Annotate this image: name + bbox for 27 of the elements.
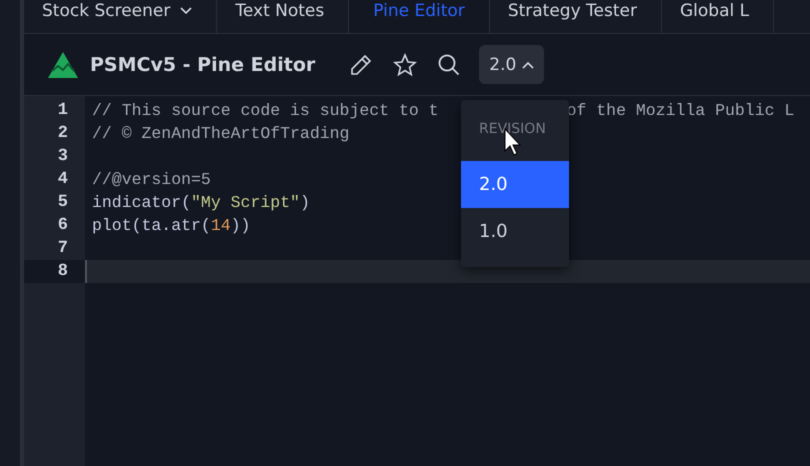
code-text: // This source code is subject to t	[92, 101, 439, 120]
code-text: )	[300, 193, 310, 212]
code-text: plot(ta.atr(	[92, 216, 211, 235]
line-number: 5	[58, 193, 68, 212]
script-title: PSMCv5 - Pine Editor	[90, 54, 316, 76]
line-number: 7	[58, 239, 68, 258]
line-number: 4	[58, 170, 68, 189]
version-dropdown-button[interactable]: 2.0	[479, 45, 544, 84]
chevron-up-icon	[522, 60, 534, 68]
line-number: 8	[58, 262, 68, 281]
mountain-logo-icon	[47, 50, 79, 78]
tab[interactable]: Stock Screener	[24, 0, 218, 33]
menu-item[interactable]: 1.0	[461, 208, 569, 255]
code-text: 14	[210, 216, 231, 235]
code-text: // © ZenAndTheArtOfTrading	[92, 124, 350, 143]
code-text: indicator(	[92, 193, 192, 212]
code-text: //@version=5	[92, 170, 211, 189]
line-number: 3	[58, 147, 68, 166]
code-text: ))	[230, 216, 250, 235]
line-number: 6	[58, 216, 68, 235]
menu-item[interactable]: 2.0	[461, 161, 569, 208]
line-number: 2	[58, 124, 68, 143]
tab[interactable]: Global L	[662, 0, 774, 33]
code-text: "My Script"	[191, 193, 300, 212]
menu-header: REVISION	[479, 121, 546, 137]
tab[interactable]: Strategy Tester	[490, 0, 662, 33]
line-number: 1	[58, 101, 68, 120]
